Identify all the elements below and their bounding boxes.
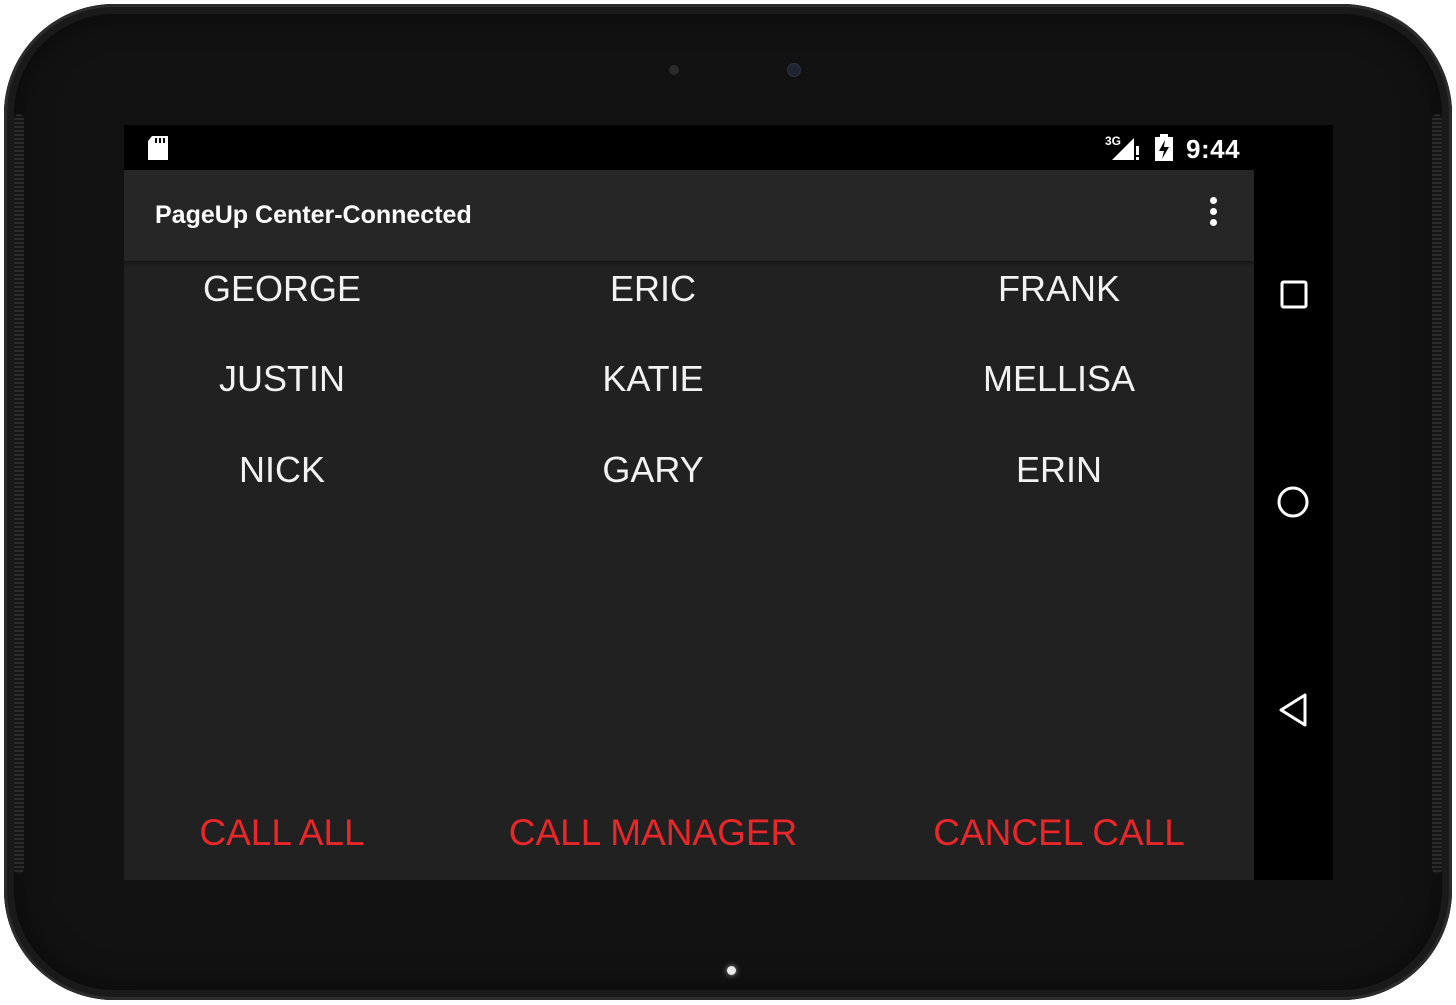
app-content: PageUp Center-Connected GEORGE ERIC FRAN… [124,170,1254,880]
screen: 3G 9:44 PageUp Center-Connected GEORGE E… [124,125,1333,880]
call-all-button[interactable]: CALL ALL [199,812,364,854]
status-clock: 9:44 [1186,134,1241,164]
navigation-bar [1254,125,1333,880]
back-icon[interactable] [1274,690,1314,730]
contact-button-erin[interactable]: ERIN [1016,449,1102,491]
notification-led [727,966,736,975]
speaker-grille-left [14,114,24,874]
call-manager-button[interactable]: CALL MANAGER [509,812,798,854]
front-camera [788,64,800,76]
cancel-call-button[interactable]: CANCEL CALL [933,812,1185,854]
sd-card-icon [146,135,170,167]
page-title: PageUp Center-Connected [155,201,472,229]
contact-button-katie[interactable]: KATIE [602,358,703,400]
speaker-grille-right [1432,114,1442,874]
network-type-label: 3G [1105,134,1121,148]
status-bar: 3G 9:44 [124,125,1254,170]
overflow-menu-icon[interactable] [1200,197,1226,233]
contact-button-mellisa[interactable]: MELLISA [983,358,1135,400]
sensor-dot [669,65,679,75]
contact-button-nick[interactable]: NICK [239,449,325,491]
contact-button-george[interactable]: GEORGE [203,268,361,310]
home-icon[interactable] [1274,482,1314,522]
contact-button-gary[interactable]: GARY [602,449,703,491]
signal-3g-icon: 3G [1105,134,1141,167]
action-bar: PageUp Center-Connected [124,170,1254,261]
battery-charging-icon [1154,134,1174,167]
contact-button-eric[interactable]: ERIC [610,268,696,310]
recents-icon[interactable] [1274,275,1314,315]
contact-button-justin[interactable]: JUSTIN [219,358,345,400]
contact-button-frank[interactable]: FRANK [998,268,1120,310]
